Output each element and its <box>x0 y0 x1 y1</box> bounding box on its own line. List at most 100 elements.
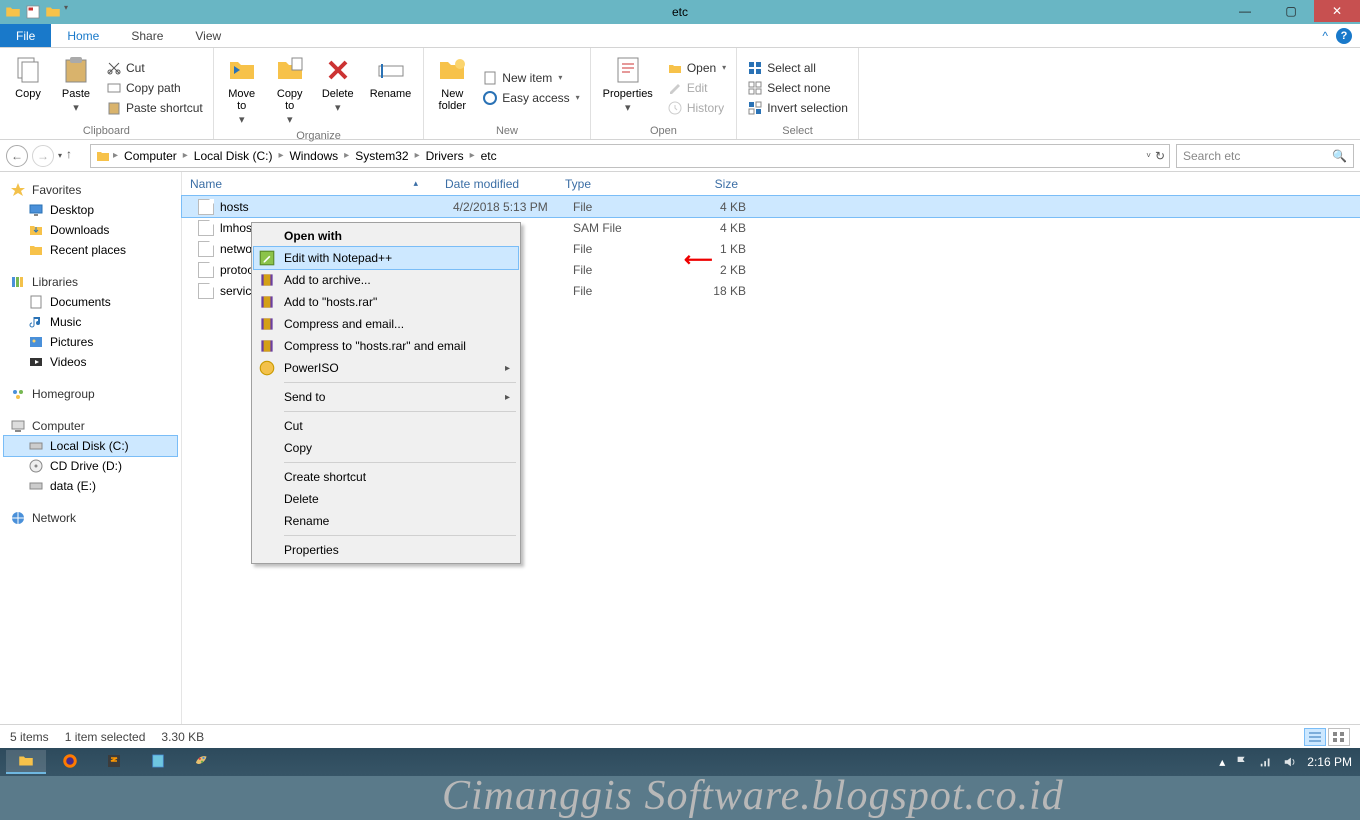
delete-button[interactable]: Delete▾ <box>316 52 360 128</box>
ctx-poweriso[interactable]: PowerISO <box>254 357 518 379</box>
nav-downloads[interactable]: Downloads <box>4 220 177 240</box>
ctx-properties[interactable]: Properties <box>254 539 518 561</box>
ctx-add-archive[interactable]: Add to archive... <box>254 269 518 291</box>
new-folder-button[interactable]: New folder <box>430 52 474 123</box>
cut-button[interactable]: Cut <box>102 59 207 77</box>
column-size[interactable]: Size <box>677 177 747 191</box>
homegroup-header[interactable]: Homegroup <box>4 384 177 404</box>
search-input[interactable]: Search etc 🔍 <box>1176 144 1354 168</box>
open-button[interactable]: Open <box>663 59 730 77</box>
nav-cd-drive[interactable]: CD Drive (D:) <box>4 456 177 476</box>
select-none-button[interactable]: Select none <box>743 79 852 97</box>
file-row[interactable]: hosts4/2/2018 5:13 PMFile4 KB <box>182 196 1360 217</box>
ribbon-group-organize: Move to▾ Copy to▾ Delete▾ Rename Organiz… <box>214 48 425 139</box>
rename-button[interactable]: Rename <box>364 52 418 128</box>
ctx-cut[interactable]: Cut <box>254 415 518 437</box>
view-icons-button[interactable] <box>1328 728 1350 746</box>
tab-file[interactable]: File <box>0 24 51 47</box>
task-explorer[interactable] <box>6 750 46 774</box>
favorites-header[interactable]: Favorites <box>4 180 177 200</box>
volume-icon[interactable] <box>1283 755 1297 769</box>
ribbon-minimize-icon[interactable]: ^ <box>1322 29 1328 43</box>
minimize-button[interactable]: — <box>1222 0 1268 22</box>
refresh-button[interactable]: ↻ <box>1155 149 1165 163</box>
qat-newfolder-icon[interactable] <box>44 3 62 21</box>
ctx-rename[interactable]: Rename <box>254 510 518 532</box>
tray-show-hidden[interactable]: ▴ <box>1219 755 1225 769</box>
libraries-header[interactable]: Libraries <box>4 272 177 292</box>
column-date[interactable]: Date modified <box>437 177 557 191</box>
file-icon <box>198 220 214 236</box>
ctx-copy[interactable]: Copy <box>254 437 518 459</box>
task-notepad[interactable] <box>138 750 178 774</box>
ctx-compress-email[interactable]: Compress and email... <box>254 313 518 335</box>
copy-path-button[interactable]: Copy path <box>102 79 207 97</box>
ctx-open-with[interactable]: Open with <box>254 225 518 247</box>
ctx-add-hosts-rar[interactable]: Add to "hosts.rar" <box>254 291 518 313</box>
crumb-drivers[interactable]: Drivers <box>422 149 468 163</box>
nav-data-e[interactable]: data (E:) <box>4 476 177 496</box>
nav-music[interactable]: Music <box>4 312 177 332</box>
crumb-c[interactable]: Local Disk (C:) <box>190 149 277 163</box>
tab-share[interactable]: Share <box>115 24 179 47</box>
network-header[interactable]: Network <box>4 508 177 528</box>
nav-videos[interactable]: Videos <box>4 352 177 372</box>
invert-selection-button[interactable]: Invert selection <box>743 99 852 117</box>
music-icon <box>28 314 44 330</box>
address-dropdown[interactable]: ˅ <box>1146 151 1151 160</box>
maximize-button[interactable]: ▢ <box>1268 0 1314 22</box>
paste-shortcut-icon <box>106 100 122 116</box>
copy-button[interactable]: Copy <box>6 52 50 123</box>
easy-access-button[interactable]: Easy access <box>478 89 583 107</box>
paste-button[interactable]: Paste ▾ <box>54 52 98 123</box>
ctx-create-shortcut[interactable]: Create shortcut <box>254 466 518 488</box>
paste-shortcut-button[interactable]: Paste shortcut <box>102 99 207 117</box>
crumb-system32[interactable]: System32 <box>351 149 412 163</box>
help-icon[interactable]: ? <box>1336 28 1352 44</box>
tray-clock[interactable]: 2:16 PM <box>1307 755 1352 769</box>
nav-local-disk-c[interactable]: Local Disk (C:) <box>4 436 177 456</box>
new-item-icon <box>482 70 498 86</box>
tab-view[interactable]: View <box>179 24 237 47</box>
crumb-windows[interactable]: Windows <box>285 149 342 163</box>
flag-icon[interactable] <box>1235 755 1249 769</box>
copy-to-button[interactable]: Copy to▾ <box>268 52 312 128</box>
computer-header[interactable]: Computer <box>4 416 177 436</box>
column-type[interactable]: Type <box>557 177 677 191</box>
ctx-send-to[interactable]: Send to <box>254 386 518 408</box>
history-dropdown[interactable]: ▾ <box>58 151 62 160</box>
task-paint[interactable] <box>182 750 222 774</box>
crumb-computer[interactable]: Computer <box>120 149 181 163</box>
edit-icon <box>667 80 683 96</box>
tab-home[interactable]: Home <box>51 24 115 47</box>
properties-button[interactable]: Properties▾ <box>597 52 659 123</box>
close-button[interactable]: ✕ <box>1314 0 1360 22</box>
move-to-button[interactable]: Move to▾ <box>220 52 264 128</box>
ribbon-group-new: New folder New item Easy access New <box>424 48 590 139</box>
taskbar: ▴ 2:16 PM <box>0 748 1360 776</box>
new-item-button[interactable]: New item <box>478 69 583 87</box>
view-details-button[interactable] <box>1304 728 1326 746</box>
move-to-icon <box>226 54 258 86</box>
up-button[interactable]: ↑ <box>66 147 84 165</box>
nav-documents[interactable]: Documents <box>4 292 177 312</box>
ctx-delete[interactable]: Delete <box>254 488 518 510</box>
nav-pictures[interactable]: Pictures <box>4 332 177 352</box>
column-name[interactable]: Name▴ <box>182 177 437 191</box>
qat-properties-icon[interactable] <box>24 3 42 21</box>
task-firefox[interactable] <box>50 750 90 774</box>
address-bar[interactable]: ▸ Computer▸ Local Disk (C:)▸ Windows▸ Sy… <box>90 144 1170 168</box>
ctx-compress-hosts-email[interactable]: Compress to "hosts.rar" and email <box>254 335 518 357</box>
qat-dropdown[interactable]: ▾ <box>64 3 68 21</box>
forward-button[interactable]: → <box>32 145 54 167</box>
task-sublime[interactable] <box>94 750 134 774</box>
crumb-etc[interactable]: etc <box>477 149 501 163</box>
back-button[interactable]: ← <box>6 145 28 167</box>
select-none-icon <box>747 80 763 96</box>
search-icon: 🔍 <box>1332 149 1347 163</box>
select-all-button[interactable]: Select all <box>743 59 852 77</box>
ctx-edit-notepad[interactable]: Edit with Notepad++ ⟵ <box>254 247 518 269</box>
network-tray-icon[interactable] <box>1259 755 1273 769</box>
nav-desktop[interactable]: Desktop <box>4 200 177 220</box>
nav-recent[interactable]: Recent places <box>4 240 177 260</box>
